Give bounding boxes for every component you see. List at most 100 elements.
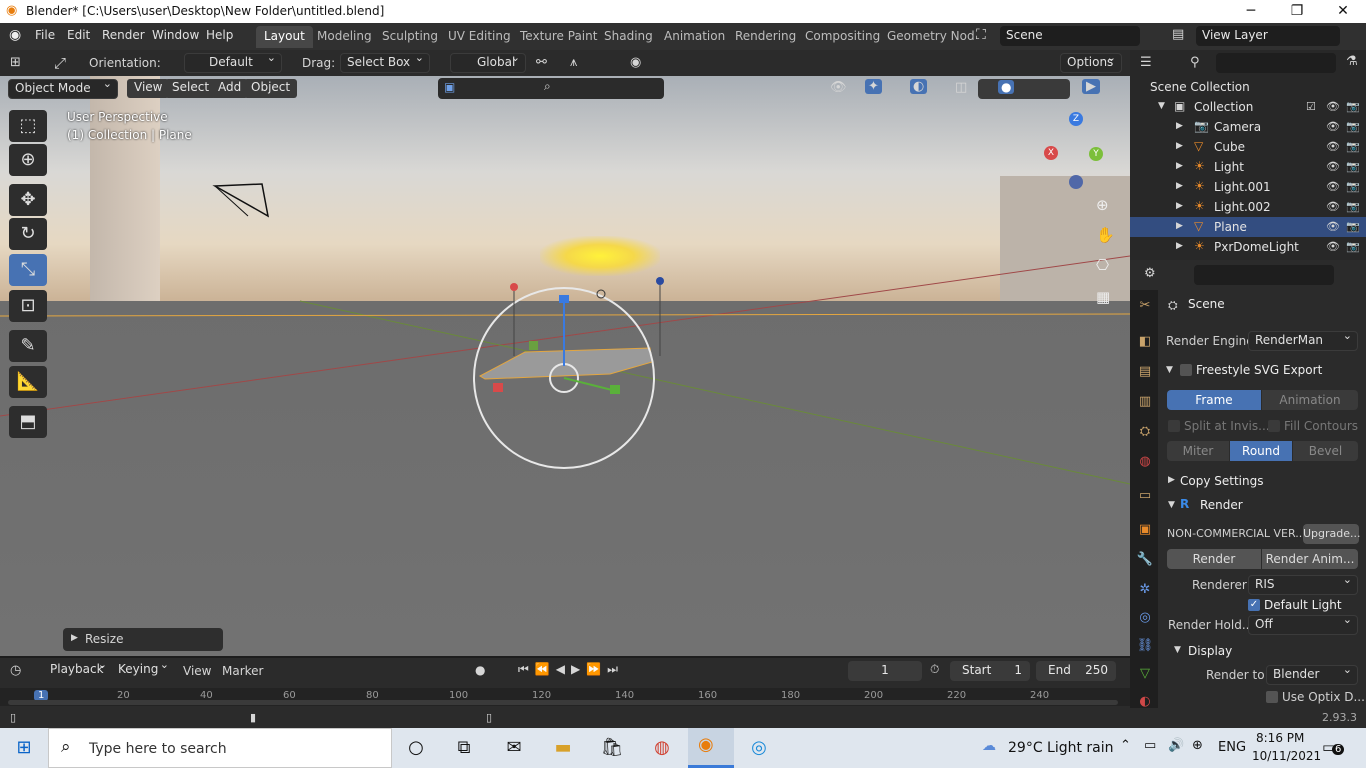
eye-icon[interactable]: 👁 — [1326, 200, 1340, 213]
freestyle-checkbox[interactable] — [1180, 364, 1192, 376]
operator-panel[interactable]: ▶ Resize — [63, 628, 223, 651]
outliner-type-icon[interactable]: ☰ — [1140, 55, 1152, 70]
object-mode-dropdown[interactable]: Object Mode — [8, 77, 118, 99]
render-expand-icon[interactable]: ▼ — [1168, 500, 1175, 510]
expand-arrow-icon[interactable]: ▶ — [1176, 121, 1183, 131]
render-panel-title[interactable]: Render — [1200, 498, 1243, 512]
round-button[interactable]: Round — [1230, 441, 1292, 461]
gizmo-z-label[interactable]: Z — [1069, 112, 1083, 126]
playback-menu[interactable]: Playback — [44, 658, 112, 681]
output-tab-icon[interactable]: ▤ — [1136, 364, 1154, 382]
tool-rotate[interactable]: ↻ — [9, 218, 47, 250]
display-expand-icon[interactable]: ▼ — [1174, 645, 1181, 655]
eye-icon[interactable]: 👁 — [1326, 240, 1340, 253]
default-light-checkbox[interactable]: ✓ — [1248, 599, 1260, 611]
tool-scale[interactable]: ⤡ — [9, 254, 47, 286]
tool-select-box[interactable]: ⬚ — [9, 110, 47, 142]
viewport-menu-view[interactable]: View — [127, 79, 170, 98]
show-hidden-icons[interactable]: ⌃ — [1120, 738, 1131, 753]
taskbar-search[interactable]: ⌕ Type here to search — [48, 728, 392, 768]
tab-compositing[interactable]: Compositing — [797, 26, 888, 48]
outliner-row[interactable]: ▶ ☀ Light.001 👁 📷 — [1130, 177, 1366, 197]
tool-add-cube[interactable]: ⬒ — [9, 406, 47, 438]
expand-arrow-icon[interactable]: ▼ — [1158, 101, 1165, 111]
render-camera-icon[interactable]: 📷 — [1346, 120, 1360, 133]
render-camera-icon[interactable]: 📷 — [1346, 220, 1360, 233]
miter-button[interactable]: Miter — [1167, 441, 1229, 461]
scene-icon[interactable]: ⛶ — [976, 27, 986, 43]
outliner-search[interactable] — [1216, 53, 1336, 73]
navigation-gizmo[interactable]: Z X Y — [1042, 112, 1112, 182]
scene-field[interactable]: Scene — [1000, 26, 1140, 46]
blender-taskbar-button[interactable]: ◉ — [688, 728, 734, 768]
tab-geometry-nodes[interactable]: Geometry Nod — [879, 26, 983, 48]
modifier-tab-icon[interactable]: 🔧 — [1136, 552, 1154, 570]
expand-arrow-icon[interactable]: ▶ — [1176, 181, 1183, 191]
clock-icon[interactable]: ⏱ — [930, 662, 939, 677]
snap-icon[interactable]: ⩚ — [570, 55, 577, 70]
world-tab-icon[interactable]: ◍ — [1136, 454, 1154, 472]
expand-arrow-icon[interactable]: ▶ — [1176, 161, 1183, 171]
gizmo-y-label[interactable]: Y — [1089, 147, 1103, 161]
timeline-scrollbar[interactable] — [8, 700, 1118, 705]
panel-expand-icon[interactable]: ▼ — [1166, 365, 1173, 375]
properties-search[interactable] — [1194, 265, 1334, 285]
tool-measure[interactable]: 📐 — [9, 366, 47, 398]
close-button[interactable]: ✕ — [1320, 0, 1366, 23]
checkbox-icon[interactable]: ☑ — [1306, 100, 1316, 113]
outliner-row-scene-collection[interactable]: Scene Collection — [1130, 77, 1366, 97]
timeline-view-menu[interactable]: View — [183, 664, 211, 678]
tool-transform[interactable]: ⊡ — [9, 290, 47, 322]
constraints-tab-icon[interactable]: ⛓ — [1136, 638, 1154, 656]
render-animation-button[interactable]: Render Anim... — [1262, 549, 1358, 569]
outliner-row[interactable]: ▶ 📷 Camera 👁 📷 — [1130, 117, 1366, 137]
particles-tab-icon[interactable]: ✲ — [1136, 582, 1154, 600]
display-panel-title[interactable]: Display — [1188, 644, 1232, 658]
outliner-row[interactable]: ▶ ▽ Cube 👁 📷 — [1130, 137, 1366, 157]
clock-date[interactable]: 10/11/2021 — [1252, 749, 1321, 763]
current-frame-field[interactable]: 1 — [848, 661, 922, 681]
filter-icon[interactable]: ⚗ — [1346, 54, 1358, 69]
menu-window[interactable]: Window — [152, 28, 199, 42]
transform-orientation-dropdown[interactable]: Global — [450, 51, 526, 73]
tool-move[interactable]: ✥ — [9, 184, 47, 216]
eye-icon[interactable]: 👁 — [1326, 120, 1340, 133]
chrome-icon[interactable]: ◍ — [648, 734, 676, 762]
fill-checkbox[interactable] — [1268, 420, 1280, 432]
render-camera-icon[interactable]: 📷 — [1346, 160, 1360, 173]
store-icon[interactable]: 🛍 — [598, 734, 626, 762]
render-button[interactable]: Render — [1167, 549, 1261, 569]
bevel-button[interactable]: Bevel — [1293, 441, 1358, 461]
expand-arrow-icon[interactable]: ▶ — [1176, 241, 1183, 251]
eye-icon[interactable]: 👁 — [1326, 140, 1340, 153]
select-mode-bar[interactable]: ▣ ⌕ — [438, 78, 664, 99]
windows-start-icon[interactable]: ⊞ — [10, 734, 38, 762]
3d-viewport[interactable]: Object Mode View Select Add Object ▣ ⌕ 👁… — [0, 76, 1130, 656]
file-explorer-icon[interactable]: ▬ — [549, 734, 577, 762]
proportional-edit-icon[interactable]: ◉ — [630, 55, 641, 70]
pan-hand-icon[interactable]: ✋ — [1096, 226, 1115, 244]
search-icon[interactable]: ⌕ — [544, 79, 551, 94]
zoom-icon[interactable]: ⊕ — [1096, 196, 1109, 214]
xray-icon[interactable]: ◫ — [955, 80, 967, 95]
weather-icon[interactable]: ☁ — [982, 738, 996, 754]
camera-view-icon[interactable]: ⎔ — [1096, 256, 1109, 274]
tool-annotate[interactable]: ✎ — [9, 330, 47, 362]
blender-menu-icon[interactable]: ◉ — [9, 27, 21, 43]
start-frame-field[interactable]: Start 1 — [950, 661, 1030, 681]
timeline-marker-menu[interactable]: Marker — [222, 664, 263, 678]
tab-sculpting[interactable]: Sculpting — [374, 26, 446, 48]
eye-icon[interactable]: 👁 — [1326, 160, 1340, 173]
notification-center[interactable]: ▭ 6 — [1322, 738, 1346, 758]
expand-arrow-icon[interactable]: ▶ — [1176, 141, 1183, 151]
render-engine-dropdown[interactable]: RenderMan — [1248, 329, 1358, 351]
render-camera-icon[interactable]: 📷 — [1346, 140, 1360, 153]
animation-button[interactable]: Animation — [1262, 390, 1358, 410]
tab-modeling[interactable]: Modeling — [309, 26, 380, 48]
cortana-icon[interactable]: ○ — [402, 734, 430, 762]
orientation-dropdown[interactable]: Default — [184, 51, 282, 73]
eye-icon[interactable]: 👁 — [1326, 220, 1340, 233]
renderer-dropdown[interactable]: RIS — [1248, 573, 1358, 595]
render-tab-icon[interactable]: ◧ — [1136, 334, 1154, 352]
weather-text[interactable]: 29°C Light rain — [1008, 740, 1114, 756]
